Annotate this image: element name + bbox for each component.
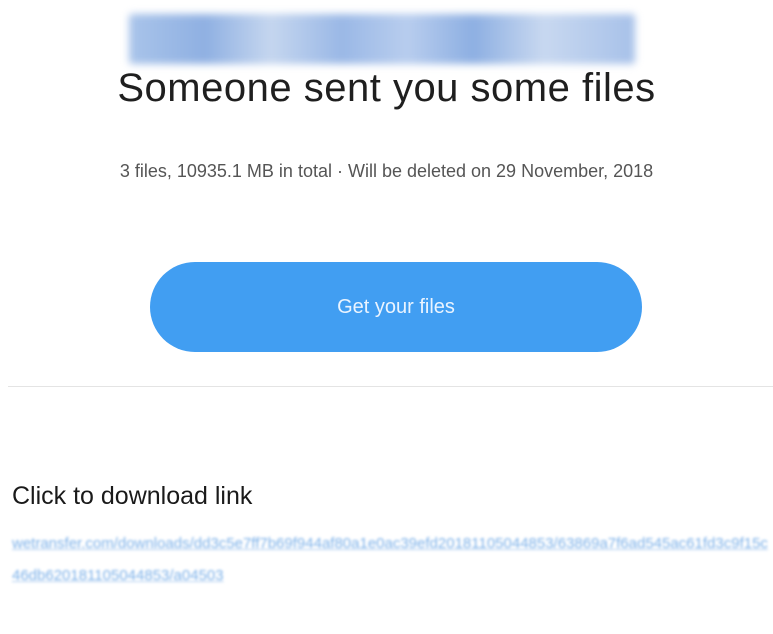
- transfer-info: 3 files, 10935.1 MB in total · Will be d…: [119, 161, 654, 181]
- email-body: Someone sent you some files 3 files, 109…: [0, 0, 773, 634]
- get-files-button[interactable]: Get your files: [150, 262, 642, 352]
- download-link[interactable]: wetransfer.com/downloads/dd3c5e7ff7b69f9…: [12, 528, 773, 592]
- email-title: Someone sent you some files: [117, 66, 656, 110]
- link-heading: Click to download link: [12, 482, 253, 510]
- blurred-logo-banner: [129, 14, 635, 64]
- divider: [8, 386, 773, 387]
